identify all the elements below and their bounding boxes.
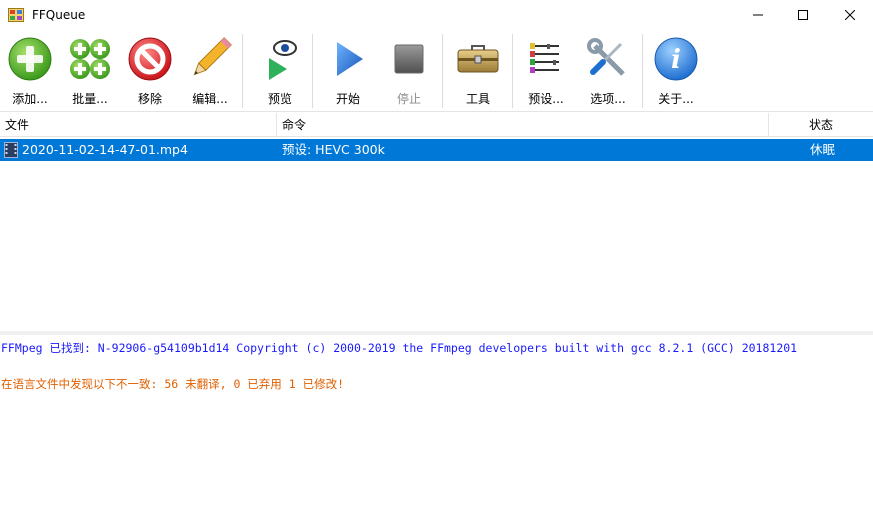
ffqueue-app-icon <box>8 7 24 23</box>
job-list[interactable]: 2020-11-02-14-47-01.mp4 预设: HEVC 300k 休眠 <box>0 138 873 330</box>
options-label: 选项... <box>590 92 626 106</box>
svg-text:i: i <box>671 45 681 75</box>
remove-prohibited-icon <box>128 37 172 81</box>
options-button[interactable]: 选项... <box>582 32 634 110</box>
remove-label: 移除 <box>137 92 162 106</box>
table-row[interactable]: 2020-11-02-14-47-01.mp4 预设: HEVC 300k 休眠 <box>0 139 873 161</box>
edit-label: 编辑... <box>192 92 228 106</box>
presets-button[interactable]: 预设... <box>520 32 572 110</box>
add-plus-icon <box>8 37 52 81</box>
column-header-command[interactable]: 命令 <box>277 113 768 137</box>
row-file-name: 2020-11-02-14-47-01.mp4 <box>22 142 188 157</box>
toolbar-separator <box>642 34 643 108</box>
close-icon <box>845 10 855 20</box>
about-label: 关于... <box>658 92 694 106</box>
preview-label: 预览 <box>267 92 292 106</box>
maximize-button[interactable] <box>780 0 826 30</box>
start-button[interactable]: 开始 <box>322 32 374 110</box>
options-wrench-screwdriver-icon <box>587 38 625 76</box>
minimize-icon <box>753 14 763 16</box>
log-panel[interactable]: FFMpeg 已找到: N-92906-g54109b1d14 Copyrigh… <box>0 335 873 508</box>
start-label: 开始 <box>335 92 360 106</box>
stop-label: 停止 <box>396 92 421 106</box>
toolbar-separator <box>442 34 443 108</box>
batch-add-icon <box>70 39 110 79</box>
batch-label: 批量... <box>72 92 108 106</box>
stop-icon <box>394 44 424 74</box>
info-icon: i <box>654 37 698 81</box>
toolbar-separator <box>242 34 243 108</box>
tools-button[interactable]: 工具 <box>452 32 504 110</box>
video-file-icon <box>4 142 18 158</box>
maximize-icon <box>798 10 808 20</box>
minimize-button[interactable] <box>735 0 781 30</box>
toolbar-separator <box>312 34 313 108</box>
add-button[interactable]: 添加... <box>4 32 56 110</box>
about-button[interactable]: i 关于... <box>650 32 702 110</box>
toolbar-separator <box>512 34 513 108</box>
play-icon <box>337 42 363 76</box>
stop-button[interactable]: 停止 <box>383 32 435 110</box>
close-button[interactable] <box>827 0 873 30</box>
column-header-file[interactable]: 文件 <box>0 113 276 137</box>
row-status: 休眠 <box>810 142 836 157</box>
preview-eye-icon <box>269 40 297 80</box>
add-label: 添加... <box>12 92 48 106</box>
toolbar: 添加... 批量... 移除 编辑... 预览 开始 停止 工具 预设... 选… <box>0 30 873 112</box>
log-line-ffmpeg: FFMpeg 已找到: N-92906-g54109b1d14 Copyrigh… <box>1 341 798 355</box>
batch-button[interactable]: 批量... <box>64 32 116 110</box>
toolbox-icon <box>457 45 499 73</box>
edit-button[interactable]: 编辑... <box>184 32 236 110</box>
pencil-icon <box>193 37 232 76</box>
log-line-language-warning: 在语言文件中发现以下不一致: 56 未翻译, 0 已弃用 1 已修改! <box>1 377 345 391</box>
row-command: 预设: HEVC 300k <box>282 142 385 157</box>
presets-label: 预设... <box>528 92 564 106</box>
column-header-status[interactable]: 状态 <box>769 113 873 137</box>
window-title: FFQueue <box>32 8 86 22</box>
presets-sliders-icon <box>530 43 559 73</box>
remove-button[interactable]: 移除 <box>124 32 176 110</box>
list-header: 文件 命令 状态 <box>0 113 873 137</box>
preview-button[interactable]: 预览 <box>254 32 306 110</box>
tools-label: 工具 <box>465 92 490 106</box>
